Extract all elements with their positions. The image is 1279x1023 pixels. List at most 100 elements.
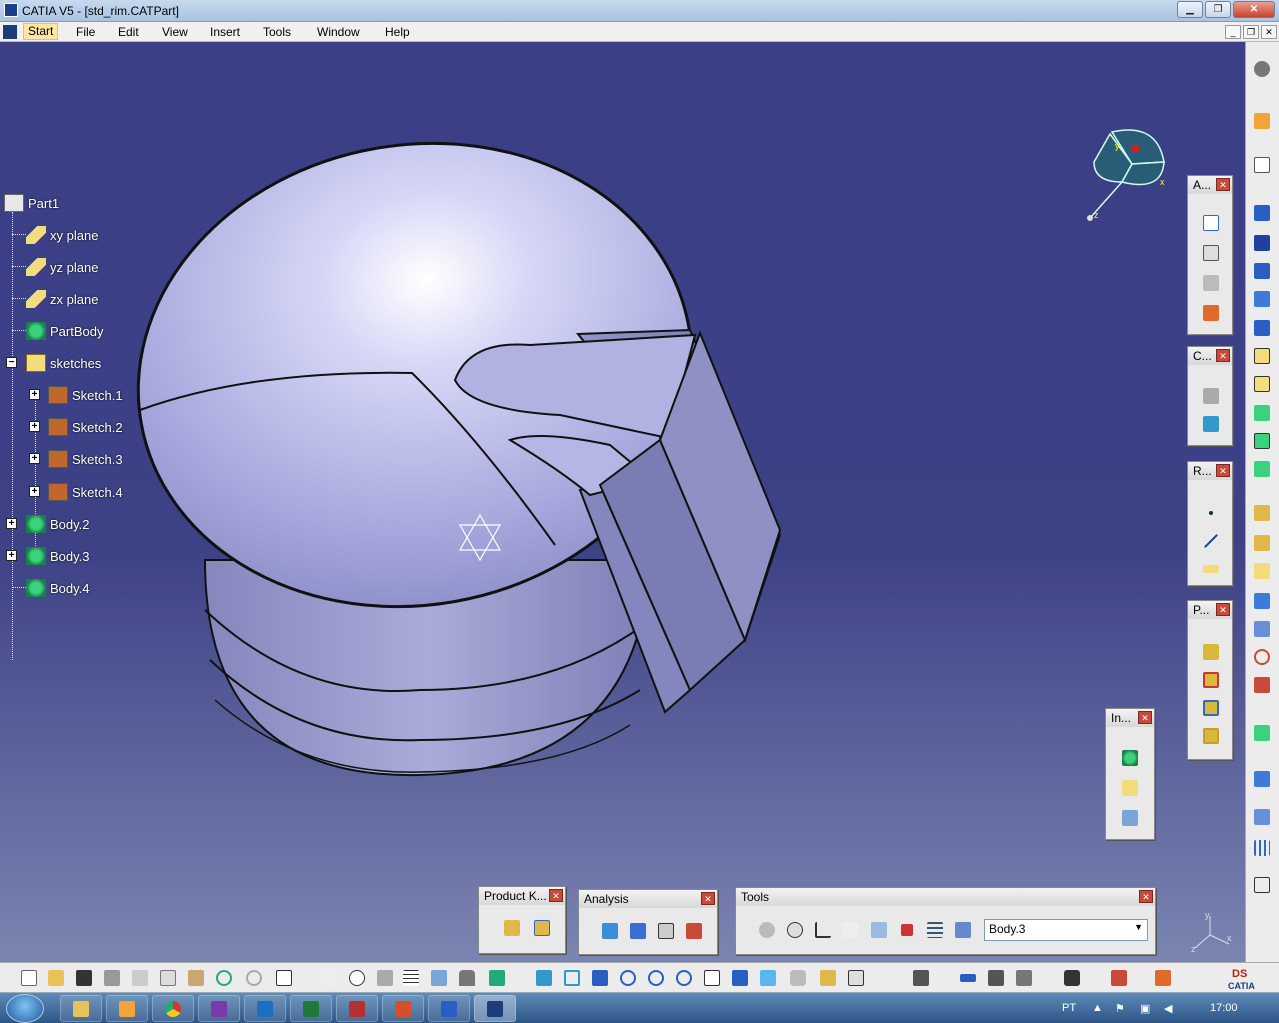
comment-icon[interactable] (346, 967, 368, 989)
fly-mode-icon[interactable] (533, 967, 555, 989)
menu-edit[interactable]: Edit (118, 25, 139, 39)
tree-node-sketch3[interactable]: Sketch.3 (48, 448, 123, 470)
measure-inertia-icon[interactable] (1013, 967, 1035, 989)
draft-icon[interactable] (1251, 402, 1273, 424)
print-icon[interactable] (101, 967, 123, 989)
expand-sketch4-toggle[interactable]: + (29, 486, 40, 497)
expand-sketch2-toggle[interactable]: + (29, 421, 40, 432)
manual-update-button[interactable] (784, 919, 806, 941)
constraint-defined-button[interactable] (1200, 413, 1222, 435)
knowledge-icon[interactable] (374, 967, 396, 989)
undo-icon[interactable] (213, 967, 235, 989)
pan-icon[interactable] (589, 967, 611, 989)
hole-icon[interactable] (1251, 288, 1273, 310)
expand-body2-toggle[interactable]: + (6, 518, 17, 529)
axis-system-button[interactable] (812, 919, 834, 941)
copy-icon[interactable] (157, 967, 179, 989)
close-toolbar-button[interactable]: ✕ (1216, 464, 1230, 477)
thickness-icon[interactable] (1251, 458, 1273, 480)
pattern-grid-icon[interactable] (1251, 837, 1273, 859)
isometric-view-icon[interactable] (757, 967, 779, 989)
taskbar-word[interactable] (428, 995, 470, 1022)
chamfer-icon[interactable] (1251, 373, 1273, 395)
tree-node-zx-plane[interactable]: zx plane (26, 288, 98, 310)
menu-file[interactable]: File (76, 25, 95, 39)
expand-sketch1-toggle[interactable]: + (29, 389, 40, 400)
tree-node-sketch2[interactable]: Sketch.2 (48, 416, 123, 438)
split-icon[interactable] (1251, 502, 1273, 524)
tree-node-partbody[interactable]: PartBody (26, 320, 103, 342)
close-toolbar-button[interactable]: ✕ (1216, 603, 1230, 616)
workbench-settings-icon[interactable] (1251, 58, 1273, 80)
menu-help[interactable]: Help (385, 25, 410, 39)
fit-all-icon[interactable] (1251, 874, 1273, 896)
tree-node-sketch4[interactable]: Sketch.4 (48, 481, 123, 503)
collapse-sketches-toggle[interactable]: − (6, 357, 17, 368)
catalog-icon[interactable] (486, 967, 508, 989)
close-toolbar-button[interactable]: ✕ (1216, 349, 1230, 362)
open-folder-icon[interactable] (45, 967, 67, 989)
scaling-icon[interactable] (1251, 674, 1273, 696)
pocket-icon[interactable] (1251, 232, 1273, 254)
text-annotation-button[interactable] (1200, 212, 1222, 234)
shaft-icon[interactable] (1251, 260, 1273, 282)
menu-window[interactable]: Window (317, 25, 360, 39)
taskbar-powerpoint[interactable] (382, 995, 424, 1022)
rib-icon[interactable] (1251, 317, 1273, 339)
pad-button[interactable] (1200, 641, 1222, 663)
taskbar-access[interactable] (336, 995, 378, 1022)
pad-icon[interactable] (1251, 202, 1273, 224)
tree-node-xy-plane[interactable]: xy plane (26, 224, 98, 246)
taskbar-media-player[interactable] (106, 995, 148, 1022)
only-current-body-button[interactable] (896, 919, 918, 941)
body-operation-icon[interactable] (1251, 768, 1273, 790)
start-button[interactable] (6, 994, 44, 1023)
insert-body-button[interactable] (1119, 747, 1141, 769)
restore-button[interactable]: ❐ (1205, 1, 1231, 18)
menu-insert[interactable]: Insert (210, 25, 240, 39)
3d-viewport[interactable]: Part1 xy plane yz plane zx plane PartBod… (0, 42, 1245, 962)
close-surface-icon[interactable] (1251, 560, 1273, 582)
zoom-in-icon[interactable] (645, 967, 667, 989)
minimize-button[interactable]: ▁ (1177, 1, 1203, 18)
create-datum-button[interactable] (868, 919, 890, 941)
scan-button[interactable] (952, 919, 974, 941)
knowledge-template-button[interactable] (501, 917, 523, 939)
multi-view-icon[interactable] (729, 967, 751, 989)
normal-view-icon[interactable] (701, 967, 723, 989)
tree-node-part1[interactable]: Part1 (4, 192, 59, 214)
measure-item-icon[interactable] (985, 967, 1007, 989)
close-button[interactable]: ✕ (1233, 1, 1275, 18)
language-indicator[interactable]: PT (1062, 1002, 1076, 1014)
fillet-icon[interactable] (1251, 345, 1273, 367)
tree-node-body3[interactable]: Body.3 (26, 545, 90, 567)
taskbar-onenote[interactable] (198, 995, 240, 1022)
ruler-icon[interactable] (1108, 967, 1130, 989)
fit-all-in-icon[interactable] (561, 967, 583, 989)
menu-view[interactable]: View (162, 25, 188, 39)
line-button[interactable] (1200, 530, 1222, 552)
intersect-icon[interactable] (1251, 806, 1273, 828)
constraint-button[interactable] (1200, 385, 1222, 407)
cut-icon[interactable] (129, 967, 151, 989)
mirror-icon[interactable] (1251, 618, 1273, 640)
insert-ordered-set-button[interactable] (1119, 807, 1141, 829)
tap-thread-analysis-button[interactable] (655, 920, 677, 942)
lock-icon[interactable] (456, 967, 478, 989)
design-table-icon[interactable] (428, 967, 450, 989)
save-icon[interactable] (73, 967, 95, 989)
measure-between-icon[interactable] (957, 967, 979, 989)
capture-icon[interactable] (1061, 967, 1083, 989)
pocket-button[interactable] (1200, 669, 1222, 691)
curvature-analysis-button[interactable] (627, 920, 649, 942)
taskbar-excel[interactable] (290, 995, 332, 1022)
tree-node-yz-plane[interactable]: yz plane (26, 256, 98, 278)
flag-icon[interactable]: ⚑ (1115, 1002, 1125, 1015)
rim-3d-model[interactable] (0, 42, 1245, 962)
hide-show-icon[interactable] (817, 967, 839, 989)
help-icon[interactable] (273, 967, 295, 989)
taskbar-catia[interactable] (474, 995, 516, 1022)
shell-icon[interactable] (1251, 430, 1273, 452)
menu-tools[interactable]: Tools (263, 25, 291, 39)
taskbar-chrome[interactable] (152, 995, 194, 1022)
